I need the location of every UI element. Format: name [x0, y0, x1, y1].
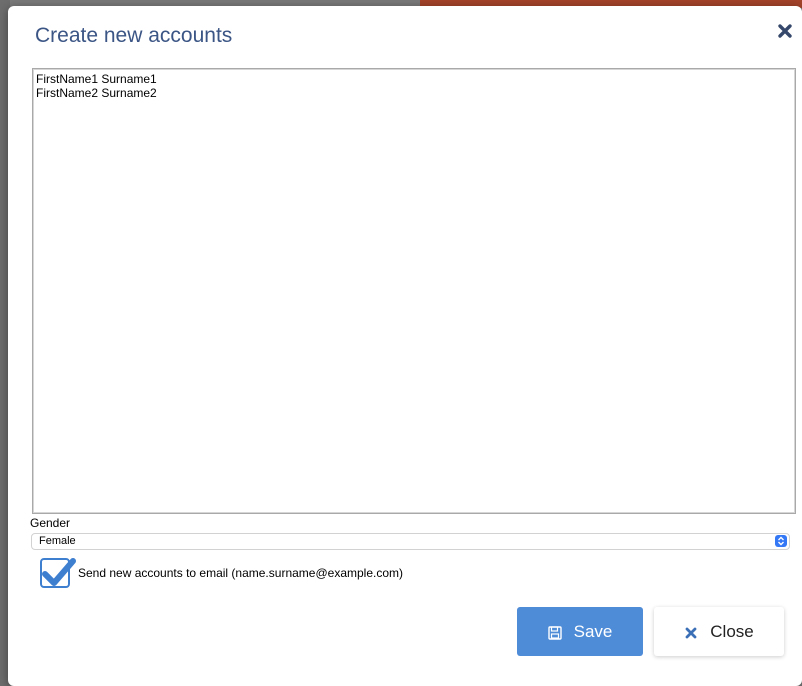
send-email-label: Send new accounts to email (name.surname…: [78, 566, 403, 580]
textarea-line: FirstName2 Surname2: [36, 86, 157, 100]
close-button[interactable]: Close: [654, 607, 784, 656]
create-accounts-dialog: Create new accounts FirstName1 Surname1 …: [8, 6, 802, 686]
send-email-checkbox[interactable]: [40, 558, 76, 588]
close-icon: [684, 625, 698, 639]
floppy-disk-icon: [547, 625, 562, 640]
textarea-line: FirstName1 Surname1: [36, 72, 157, 86]
save-button[interactable]: Save: [517, 607, 643, 656]
gender-select[interactable]: Female: [31, 533, 790, 550]
select-arrows-icon: [775, 535, 787, 547]
save-button-label: Save: [573, 621, 613, 641]
close-button-label: Close: [710, 621, 754, 641]
close-icon[interactable]: [776, 22, 794, 40]
gender-label: Gender: [30, 516, 71, 530]
gender-select-value: Female: [39, 535, 76, 547]
checkmark-icon: [42, 558, 76, 586]
accounts-textarea[interactable]: FirstName1 Surname1 FirstName2 Surname2: [32, 68, 796, 514]
dialog-title: Create new accounts: [35, 24, 233, 47]
